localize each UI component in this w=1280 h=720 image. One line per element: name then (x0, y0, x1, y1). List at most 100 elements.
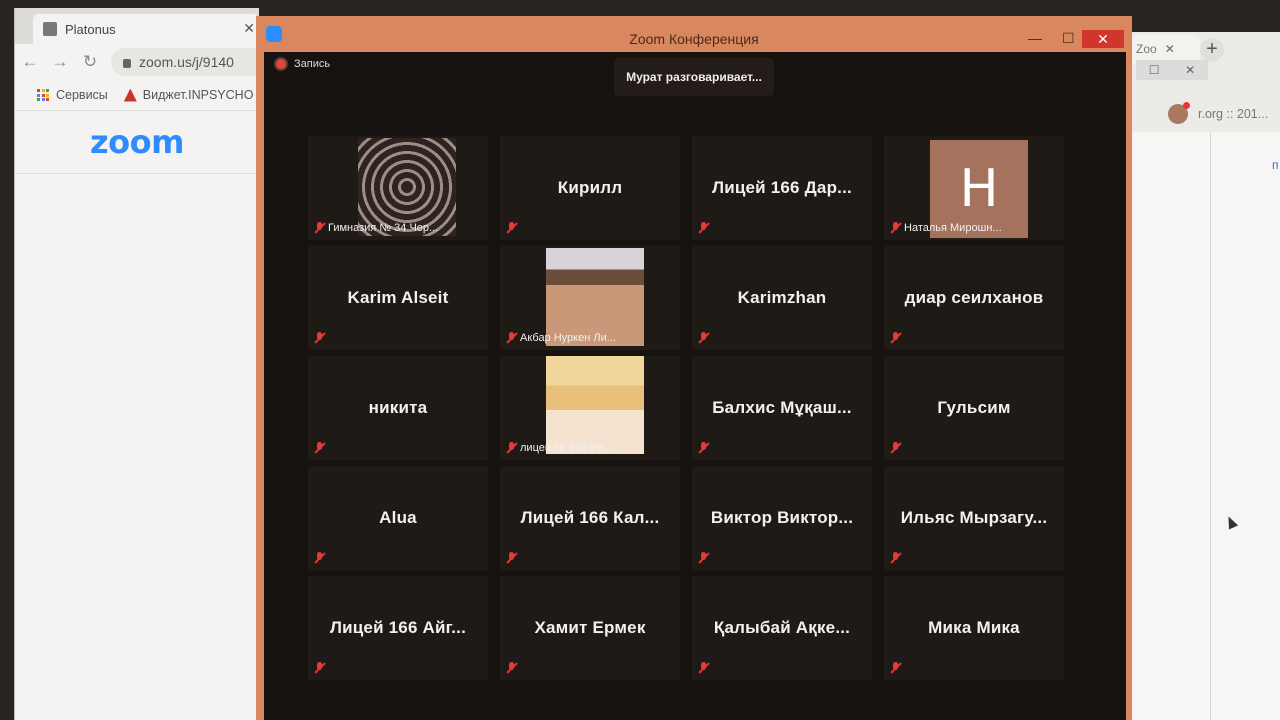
participant-tile[interactable]: лицей № 166 Ре... (500, 356, 680, 460)
participant-name: Karim Alseit (347, 288, 449, 307)
address-bar[interactable]: zoom.us/j/9140 (111, 48, 259, 76)
muted-mic-icon (698, 442, 710, 454)
participant-tile[interactable]: диар сеилханов (884, 246, 1064, 350)
participant-name: Акбар Нуркен Ли... (520, 332, 616, 344)
maximize-icon[interactable]: ☐ (1149, 63, 1160, 77)
apps-grid-icon[interactable] (37, 89, 49, 101)
participant-name: Хамит Ермек (534, 618, 646, 637)
bookmark-services[interactable]: Сервисы (56, 88, 108, 102)
participant-tile[interactable]: Karimzhan (692, 246, 872, 350)
participant-name: Alua (379, 508, 417, 527)
tab-close-icon[interactable]: ✕ (1165, 42, 1175, 56)
address-text: zoom.us/j/9140 (139, 54, 234, 70)
participant-name: Karimzhan (737, 288, 827, 307)
page-link[interactable]: п (1272, 158, 1279, 172)
participant-name: лицей № 166 Ре... (520, 442, 613, 454)
logo-divider (15, 173, 259, 174)
participant-name: Гульсим (937, 398, 1011, 417)
muted-mic-icon (698, 552, 710, 564)
participant-name: диар сеилханов (904, 288, 1044, 307)
tab-title: Zoo (1136, 42, 1157, 56)
muted-mic-icon (890, 222, 902, 234)
participant-name: Гимназия № 34 Чер... (328, 222, 439, 234)
participant-tile[interactable]: Alua (308, 466, 488, 570)
right-address-text[interactable]: r.org :: 201... (1198, 107, 1268, 121)
participant-tile[interactable]: никита (308, 356, 488, 460)
close-icon[interactable]: ✕ (1185, 63, 1195, 77)
participant-name: Ильяс Мырзагу... (900, 508, 1048, 527)
participant-tile[interactable]: Лицей 166 Кал... (500, 466, 680, 570)
mouse-cursor-icon (1223, 514, 1239, 530)
video-gallery: Запись Мурат разговаривает... Гимназия №… (264, 52, 1126, 720)
participant-tile[interactable]: Мика Мика (884, 576, 1064, 680)
recording-label: Запись (294, 58, 331, 70)
left-browser-window: Platonus ✕ ← → ↻ zoom.us/j/9140 Сервисы … (14, 8, 259, 720)
muted-mic-icon (314, 552, 326, 564)
participant-video (546, 356, 644, 454)
participant-tile[interactable]: Karim Alseit (308, 246, 488, 350)
participant-name: Мика Мика (928, 618, 1020, 637)
right-page: п (1128, 132, 1280, 720)
participant-tile[interactable]: Кирилл (500, 136, 680, 240)
participant-tile[interactable]: Қалыбай Ақке... (692, 576, 872, 680)
muted-mic-icon (890, 442, 902, 454)
participant-name: никита (368, 398, 428, 417)
participant-tile[interactable]: Гульсим (884, 356, 1064, 460)
zoom-window: Zoom Конференция — ☐ ✕ Запись Мурат разг… (256, 16, 1132, 720)
platonus-favicon-icon (43, 22, 57, 36)
speaking-banner: Мурат разговаривает... (614, 58, 774, 96)
reload-icon[interactable]: ↻ (75, 52, 105, 72)
participant-tile[interactable]: Ильяс Мырзагу... (884, 466, 1064, 570)
muted-mic-icon (314, 442, 326, 454)
zoom-titlebar: Zoom Конференция — ☐ ✕ (256, 16, 1132, 52)
participant-tile[interactable]: Лицей 166 Дар... (692, 136, 872, 240)
window-title: Zoom Конференция (629, 31, 759, 47)
inpsycho-bookmark-icon (123, 88, 137, 102)
participant-name: Лицей 166 Дар... (712, 178, 852, 197)
participant-name: Қалыбай Ақке... (713, 618, 851, 637)
close-button[interactable]: ✕ (1082, 30, 1124, 48)
muted-mic-icon (506, 332, 518, 344)
participant-tile[interactable]: Гимназия № 34 Чер... (308, 136, 488, 240)
record-icon (276, 59, 286, 69)
tab-platonus[interactable]: Platonus ✕ (33, 14, 259, 44)
right-browser-window: Zoo ✕ + ☐ ✕ r.org :: 201... п (1128, 32, 1280, 720)
participant-name: Балхис Мұқаш... (712, 398, 852, 417)
bookmark-inpsycho[interactable]: Виджет.INPSYCHO (143, 88, 254, 102)
bookmarks-bar: Сервисы Виджет.INPSYCHO (15, 80, 259, 111)
muted-mic-icon (506, 222, 518, 234)
maximize-icon[interactable]: ☐ (1062, 30, 1075, 47)
page-divider (1210, 132, 1211, 720)
muted-mic-icon (890, 552, 902, 564)
muted-mic-icon (506, 552, 518, 564)
participant-tile[interactable]: Акбар Нуркен Ли... (500, 246, 680, 350)
participant-tile[interactable]: Хамит Ермек (500, 576, 680, 680)
participant-name: Лицей 166 Кал... (520, 508, 660, 527)
muted-mic-icon (698, 332, 710, 344)
tab-title: Platonus (65, 21, 116, 37)
recording-indicator[interactable]: Запись (276, 58, 330, 70)
lock-icon (123, 58, 131, 68)
tab-close-icon[interactable]: ✕ (243, 20, 255, 37)
muted-mic-icon (314, 662, 326, 674)
muted-mic-icon (890, 662, 902, 674)
participant-tile[interactable]: Виктор Виктор... (692, 466, 872, 570)
left-toolbar: ← → ↻ zoom.us/j/9140 (15, 44, 259, 80)
left-tabstrip: Platonus ✕ (15, 8, 259, 44)
zoom-logo: zoom (90, 123, 184, 161)
muted-mic-icon (314, 332, 326, 344)
back-arrow-icon[interactable]: ← (15, 52, 45, 72)
muted-mic-icon (698, 222, 710, 234)
participant-tile[interactable]: Н Наталья Мирошн... (884, 136, 1064, 240)
new-tab-button[interactable]: + (1200, 38, 1224, 62)
muted-mic-icon (890, 332, 902, 344)
muted-mic-icon (506, 662, 518, 674)
participant-name: Виктор Виктор... (710, 508, 854, 527)
minimize-icon[interactable]: — (1028, 30, 1042, 46)
muted-mic-icon (506, 442, 518, 454)
participant-tile[interactable]: Лицей 166 Айг... (308, 576, 488, 680)
participant-tile[interactable]: Балхис Мұқаш... (692, 356, 872, 460)
profile-avatar[interactable] (1168, 102, 1190, 124)
forward-arrow-icon[interactable]: → (45, 52, 75, 72)
right-toolbar: r.org :: 201... (1128, 96, 1280, 132)
